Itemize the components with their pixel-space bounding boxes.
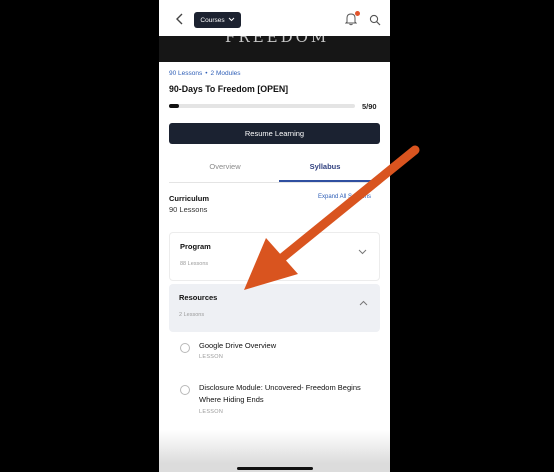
modules-count: 2 Modules <box>210 70 241 77</box>
lesson-type: LESSON <box>199 354 224 360</box>
chevron-down-icon <box>228 17 235 24</box>
lesson-status-circle[interactable] <box>180 385 190 395</box>
progress-count: 5/90 <box>362 102 377 111</box>
resume-learning-button[interactable]: Resume Learning <box>169 123 380 144</box>
tab-syllabus[interactable]: Syllabus <box>275 162 375 171</box>
course-title: 90-Days To Freedom [OPEN] <box>169 84 289 94</box>
chevron-up-icon <box>359 300 368 308</box>
curriculum-heading: Curriculum <box>169 194 210 203</box>
active-tab-indicator <box>279 180 380 182</box>
module-lesson-count: 88 Lessons <box>180 261 209 267</box>
separator-dot: • <box>205 70 208 77</box>
lesson-item[interactable]: Disclosure Module: Uncovered- Freedom Be… <box>169 382 380 418</box>
course-banner-image: FREEDOM <box>159 36 390 62</box>
courses-dropdown[interactable]: Courses <box>194 12 241 28</box>
course-meta: 90 Lessons • 2 Modules <box>169 70 241 77</box>
progress-bar <box>169 104 355 108</box>
lessons-count: 90 Lessons <box>169 70 203 77</box>
chevron-down-icon <box>358 249 367 257</box>
banner-text: FREEDOM <box>225 36 330 46</box>
expand-all-sections-link[interactable]: Expand All Sections <box>318 194 371 200</box>
module-lesson-count: 2 Lessons <box>179 312 205 318</box>
module-title: Program <box>180 242 211 251</box>
notification-dot <box>355 11 360 16</box>
lesson-title: Google Drive Overview <box>199 341 277 350</box>
bottom-fade <box>159 430 390 472</box>
module-resources[interactable]: Resources 2 Lessons <box>169 284 380 332</box>
tab-overview[interactable]: Overview <box>175 162 275 171</box>
search-icon[interactable] <box>369 13 381 26</box>
lesson-type: LESSON <box>199 409 224 415</box>
module-title: Resources <box>179 293 218 302</box>
progress-fill <box>169 104 180 108</box>
module-program[interactable]: Program 88 Lessons <box>169 232 380 281</box>
courses-label: Courses <box>200 16 225 24</box>
top-bar: Courses <box>159 0 390 38</box>
lesson-title: Disclosure Module: Uncovered- Freedom Be… <box>199 383 361 404</box>
lesson-status-circle[interactable] <box>180 343 190 353</box>
phone-screen: Courses FREEDOM 90 Lessons • 2 Modules 90-… <box>159 0 390 472</box>
chevron-left-icon[interactable] <box>173 12 187 26</box>
curriculum-count: 90 Lessons <box>169 205 208 214</box>
lesson-item[interactable]: Google Drive Overview LESSON <box>169 340 380 364</box>
home-indicator <box>237 467 313 470</box>
course-tabs: Overview Syllabus <box>169 158 380 183</box>
